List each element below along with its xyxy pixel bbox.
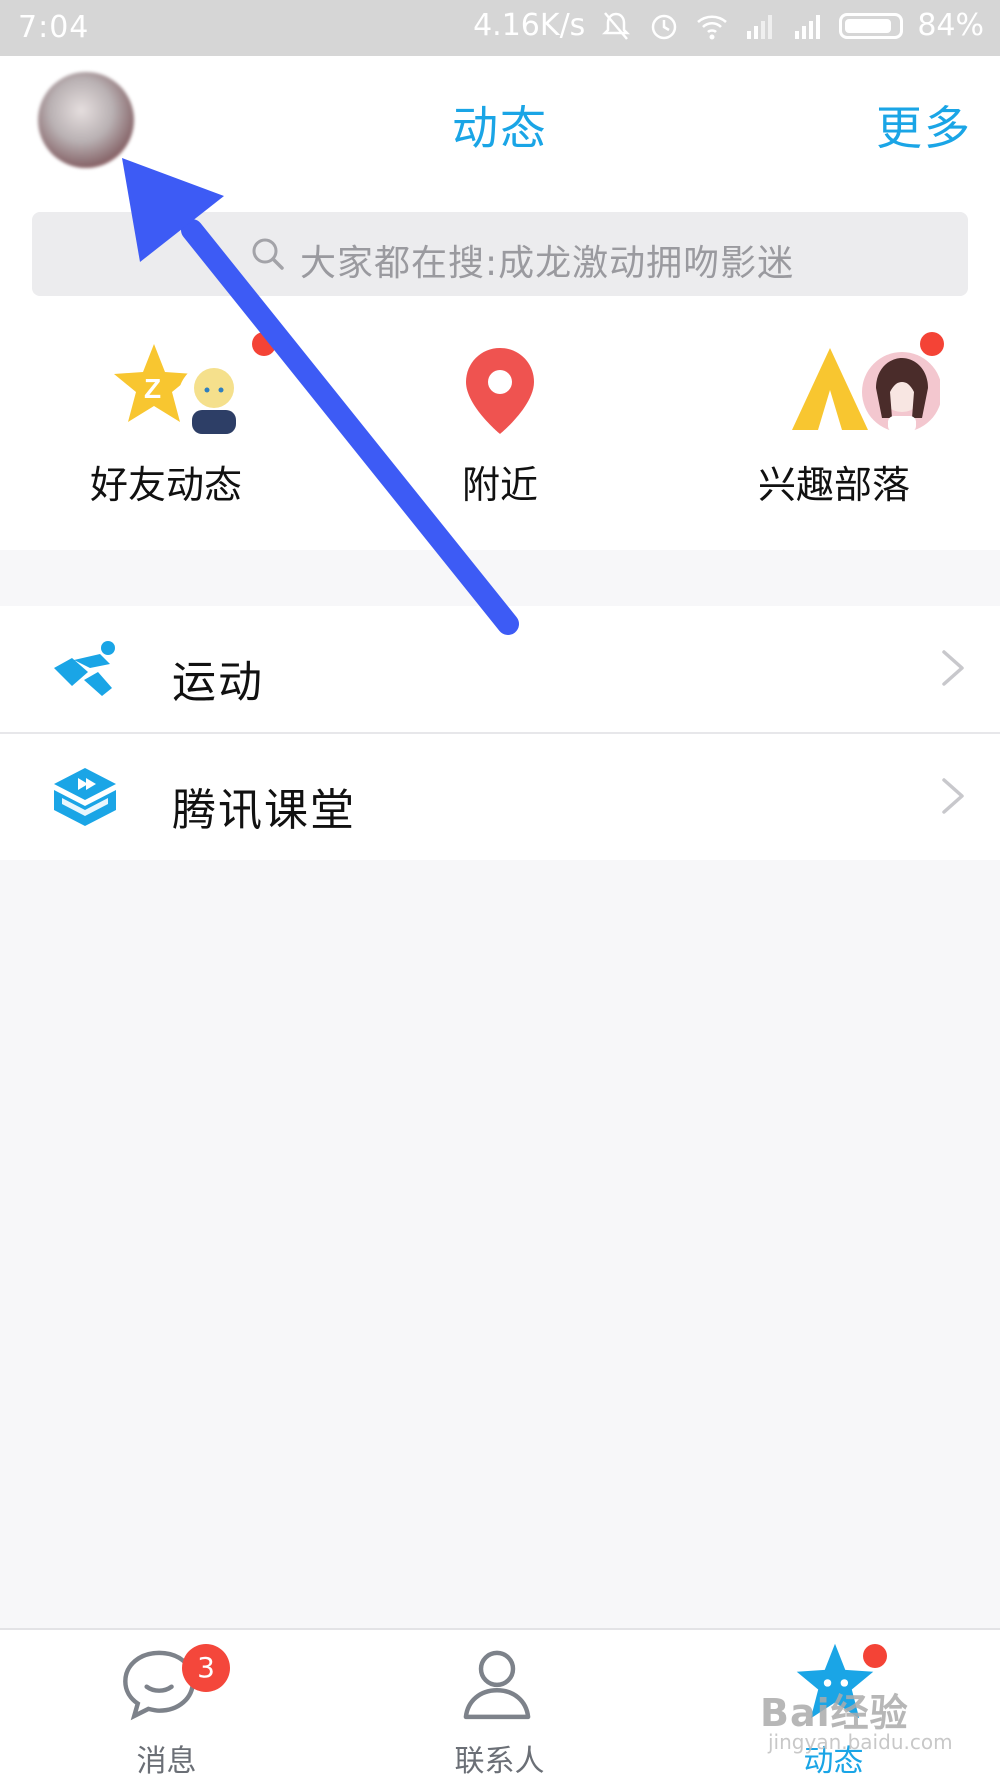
status-right: 4.16K/s 84%	[473, 8, 984, 43]
list-item-label: 腾讯课堂	[172, 785, 356, 836]
alarm-icon	[652, 14, 677, 39]
qzone-star-icon: Z	[114, 344, 250, 434]
chevron-right-icon	[942, 650, 964, 686]
chevron-right-icon	[942, 778, 964, 814]
location-pin-icon	[466, 348, 534, 434]
shortcut-label: 附近	[461, 463, 538, 507]
list-item-label: 运动	[172, 657, 264, 708]
search-bar[interactable]: 大家都在搜:成龙激动拥吻影迷	[32, 212, 968, 296]
battery-icon	[839, 12, 904, 39]
list-item-sports[interactable]: 运动	[0, 606, 1000, 734]
new-indicator-dot	[863, 1644, 887, 1668]
more-button[interactable]: 更多	[876, 92, 972, 158]
tab-label: 联系人	[454, 1744, 545, 1779]
contact-person-icon	[463, 1650, 531, 1720]
search-icon	[252, 238, 284, 270]
list-item-tencent-classroom[interactable]: 腾讯课堂	[0, 734, 1000, 860]
unread-badge: 3	[182, 1644, 230, 1692]
tab-contacts[interactable]: 联系人	[333, 1630, 666, 1780]
wifi-icon	[697, 14, 728, 39]
dynamics-header-panel: 动态 更多 大家都在搜:成龙激动拥吻影迷 Z 好友动态 附近 兴趣部落	[0, 56, 1000, 550]
search-placeholder: 大家都在搜:成龙激动拥吻影迷	[300, 243, 795, 284]
battery-percent: 84%	[917, 8, 984, 43]
watermark-url: jingyan.baidu.com	[768, 1730, 953, 1754]
tab-label: 消息	[136, 1744, 197, 1779]
page-title: 动态	[452, 101, 548, 155]
svg-text:Z: Z	[144, 373, 161, 404]
status-bar: 7:04 4.16K/s 84%	[0, 0, 1000, 56]
mute-bell-icon	[602, 11, 631, 40]
status-time: 7:04	[18, 10, 90, 45]
network-speed: 4.16K/s	[473, 8, 586, 43]
tent-icon	[792, 348, 940, 432]
running-icon	[54, 641, 115, 696]
new-indicator-dot	[252, 332, 276, 356]
shortcut-label: 兴趣部落	[757, 463, 910, 507]
new-indicator-dot	[920, 332, 944, 356]
service-list: 运动 腾讯课堂	[0, 606, 1000, 860]
tab-messages[interactable]: 3 消息	[0, 1630, 333, 1780]
shortcut-interest-tribe[interactable]: 兴趣部落	[714, 332, 954, 520]
shortcut-nearby[interactable]: 附近	[380, 340, 620, 520]
shortcut-label: 好友动态	[89, 463, 242, 507]
baidu-jingyan-watermark: Bai经验	[760, 1691, 909, 1735]
signal-icon	[795, 14, 821, 39]
tencent-classroom-icon	[54, 768, 116, 826]
shortcut-friend-feed[interactable]: Z 好友动态	[46, 332, 286, 520]
signal-icon	[747, 14, 773, 39]
